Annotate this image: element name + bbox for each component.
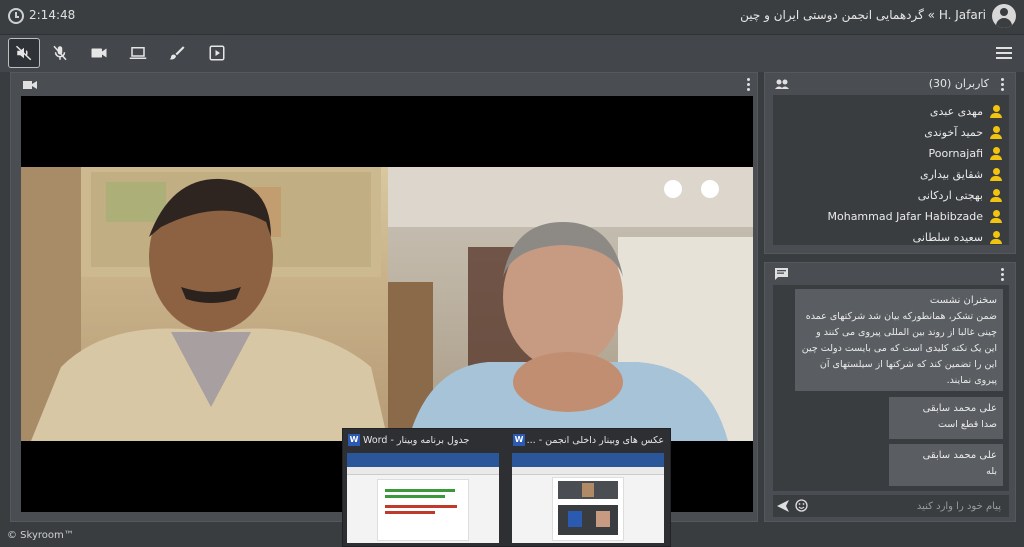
users-list: مهدی عبدی حمید آخوندی Poornajafi شقایق ب… bbox=[773, 95, 1009, 245]
mic-off-icon bbox=[53, 45, 67, 61]
user-icon bbox=[989, 146, 1003, 161]
message-sender: علی محمد سابقی bbox=[922, 403, 997, 414]
speaker-toggle-button[interactable] bbox=[8, 38, 40, 68]
window-title: جدول برنامه وبینار - Word bbox=[363, 435, 470, 446]
chat-panel-menu-icon[interactable] bbox=[1001, 268, 1004, 283]
screen-share-button[interactable] bbox=[122, 38, 154, 68]
chat-input[interactable] bbox=[815, 495, 1005, 517]
users-panel-header: کاربران (30) bbox=[765, 73, 1015, 95]
room-title: H. Jafari » گردهمایی انجمن دوستی ایران و… bbox=[740, 8, 986, 22]
message-sender: علی محمد سابقی bbox=[922, 450, 997, 461]
chat-message: علی محمد سابقی بله bbox=[889, 444, 1003, 486]
user-icon bbox=[989, 104, 1003, 119]
list-item[interactable]: مهدی عبدی bbox=[773, 101, 1009, 122]
clock-icon bbox=[8, 8, 24, 24]
message-text: بله bbox=[986, 466, 997, 477]
users-panel: کاربران (30) مهدی عبدی حمید آخوندی Poorn… bbox=[764, 72, 1016, 254]
brush-icon bbox=[169, 46, 185, 60]
document-preview bbox=[512, 453, 664, 543]
list-item[interactable]: حمید آخوندی bbox=[773, 122, 1009, 143]
message-text: ضمن تشکر، همانطورکه بیان شد شرکتهای عمده… bbox=[801, 311, 997, 386]
footer-brand: © Skyroom™ bbox=[7, 530, 74, 541]
list-item[interactable]: سعیده سلطانی bbox=[773, 227, 1009, 245]
presentation-icon bbox=[209, 45, 225, 61]
user-icon bbox=[989, 230, 1003, 245]
chat-messages: سخنران نشست ضمن تشکر، همانطورکه بیان شد … bbox=[773, 285, 1009, 491]
list-item[interactable]: Mohammad Jafar Habibzade bbox=[773, 206, 1009, 227]
screen-share-icon bbox=[129, 47, 147, 59]
chat-message: علی محمد سابقی صدا قطع است bbox=[889, 397, 1003, 439]
taskbar-window-thumbnail[interactable]: W عکس های وبینار داخلی انجمن - ... bbox=[508, 429, 672, 547]
participant-video-right bbox=[388, 167, 753, 441]
user-avatar-icon[interactable] bbox=[992, 4, 1016, 28]
chat-message: سخنران نشست ضمن تشکر، همانطورکه بیان شد … bbox=[795, 289, 1003, 391]
chat-panel-header bbox=[765, 263, 1015, 285]
camera-toggle-button[interactable] bbox=[83, 38, 115, 68]
camera-icon bbox=[23, 81, 37, 89]
video-panel-menu-icon[interactable] bbox=[747, 78, 750, 93]
user-icon bbox=[989, 209, 1003, 224]
presentation-button[interactable] bbox=[201, 38, 233, 68]
video-panel-header bbox=[11, 73, 757, 95]
chat-input-bar bbox=[773, 495, 1009, 517]
emoji-icon[interactable] bbox=[795, 499, 808, 512]
participant-left-image bbox=[21, 167, 388, 441]
toolbar bbox=[0, 34, 1024, 72]
list-item[interactable]: بهجتی اردکانی bbox=[773, 185, 1009, 206]
users-icon bbox=[775, 79, 789, 89]
session-timer: 2:14:48 bbox=[29, 8, 76, 22]
chat-panel: سخنران نشست ضمن تشکر، همانطورکه بیان شد … bbox=[764, 262, 1016, 522]
users-panel-menu-icon[interactable] bbox=[1001, 78, 1004, 93]
send-icon[interactable] bbox=[777, 500, 789, 512]
top-bar: 2:14:48 H. Jafari » گردهمایی انجمن دوستی… bbox=[0, 0, 1024, 34]
list-item[interactable]: Poornajafi bbox=[773, 143, 1009, 164]
message-sender: سخنران نشست bbox=[929, 295, 997, 306]
window-title: عکس های وبینار داخلی انجمن - ... bbox=[526, 435, 664, 446]
document-preview bbox=[347, 453, 499, 543]
participant-right-image bbox=[388, 167, 753, 441]
list-item[interactable]: شقایق بیداری bbox=[773, 164, 1009, 185]
users-panel-title: کاربران (30) bbox=[928, 77, 989, 90]
chat-icon bbox=[775, 268, 788, 280]
microphone-toggle-button[interactable] bbox=[44, 38, 76, 68]
participant-video-left bbox=[21, 167, 388, 441]
message-text: صدا قطع است bbox=[937, 419, 997, 430]
camera-icon bbox=[91, 48, 107, 58]
user-icon bbox=[989, 167, 1003, 182]
hamburger-icon[interactable] bbox=[996, 47, 1012, 59]
taskbar-preview: W جدول برنامه وبینار - Word W عکس های وب… bbox=[342, 428, 671, 547]
taskbar-window-thumbnail[interactable]: W جدول برنامه وبینار - Word bbox=[343, 429, 507, 547]
user-icon bbox=[989, 125, 1003, 140]
user-icon bbox=[989, 188, 1003, 203]
speaker-muted-icon bbox=[15, 45, 32, 61]
whiteboard-button[interactable] bbox=[161, 38, 193, 68]
